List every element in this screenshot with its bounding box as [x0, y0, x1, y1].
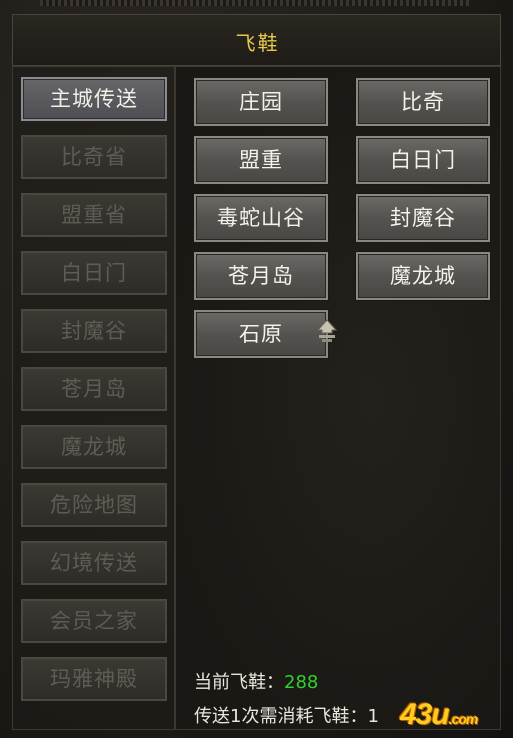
- menu-item-mengzhong-province[interactable]: 盟重省: [21, 193, 167, 237]
- menu-item-main-city[interactable]: 主城传送: [21, 77, 167, 121]
- destination-button-cangyuedao[interactable]: 苍月岛: [194, 252, 328, 300]
- menu-item-molongcheng[interactable]: 魔龙城: [21, 425, 167, 469]
- current-shoes-line: 当前飞鞋：288: [194, 668, 318, 694]
- menu-item-fengmogu[interactable]: 封魔谷: [21, 309, 167, 353]
- window-title: 飞鞋: [235, 31, 280, 55]
- watermark-logo: 43u.com: [400, 698, 478, 731]
- menu-item-danger-maps[interactable]: 危险地图: [21, 483, 167, 527]
- selection-marker-icon: [316, 319, 338, 342]
- destination-button-mengzhong[interactable]: 盟重: [194, 136, 328, 184]
- menu-item-bairimen[interactable]: 白日门: [21, 251, 167, 295]
- category-menu: 主城传送 比奇省 盟重省 白日门 封魔谷 苍月岛 魔龙城 危险地图 幻境传送 会…: [12, 66, 175, 730]
- menu-item-cangyuedao[interactable]: 苍月岛: [21, 367, 167, 411]
- destination-button-zhuangyuan[interactable]: 庄园: [194, 78, 328, 126]
- menu-item-vip-home[interactable]: 会员之家: [21, 599, 167, 643]
- destination-button-dushe-valley[interactable]: 毒蛇山谷: [194, 194, 328, 242]
- menu-item-maya-temple[interactable]: 玛雅神殿: [21, 657, 167, 701]
- destination-button-biqi[interactable]: 比奇: [356, 78, 490, 126]
- destination-button-bairimen[interactable]: 白日门: [356, 136, 490, 184]
- menu-item-illusion-teleport[interactable]: 幻境传送: [21, 541, 167, 585]
- destination-button-shiyuan[interactable]: 石原: [194, 310, 328, 358]
- destination-button-molongcheng[interactable]: 魔龙城: [356, 252, 490, 300]
- teleport-cost-line: 传送1次需消耗飞鞋：1: [194, 706, 379, 727]
- current-shoes-label: 当前飞鞋：: [194, 672, 284, 693]
- destination-button-fengmogu[interactable]: 封魔谷: [356, 194, 490, 242]
- top-decoration: [40, 0, 470, 6]
- title-bar: 飞鞋: [12, 14, 501, 66]
- menu-item-biqi-province[interactable]: 比奇省: [21, 135, 167, 179]
- current-shoes-count: 288: [284, 672, 319, 693]
- teleport-panel: 飞鞋 主城传送 比奇省 盟重省 白日门 封魔谷 苍月岛 魔龙城 危险地图 幻境传…: [0, 0, 513, 738]
